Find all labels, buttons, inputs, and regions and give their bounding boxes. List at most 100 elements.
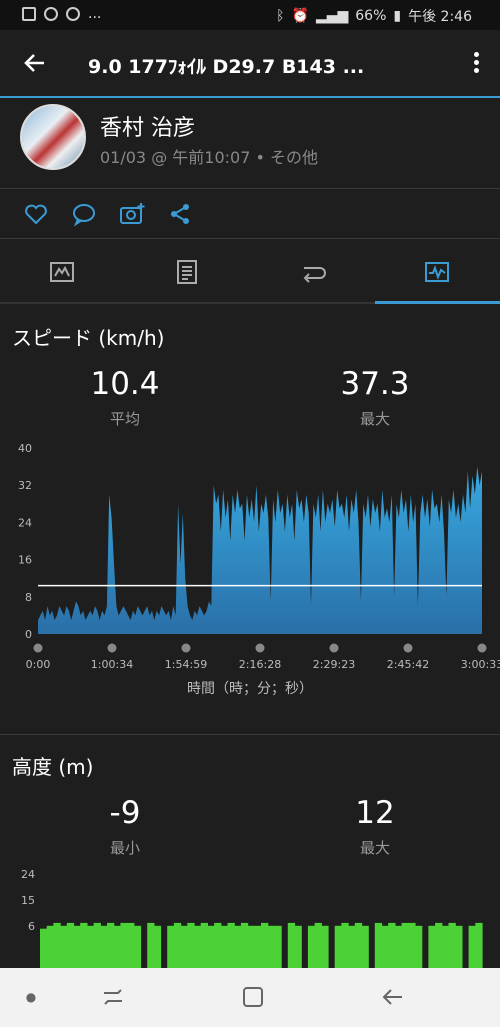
elevation-bar — [60, 925, 68, 968]
tab-overview[interactable] — [0, 240, 125, 304]
speed-max-label: 最大 — [359, 410, 390, 428]
elevation-bar — [415, 925, 423, 968]
elevation-max-label: 最大 — [359, 839, 390, 857]
x-tick-dot[interactable] — [403, 643, 413, 653]
elevation-bar — [120, 922, 128, 968]
x-tick-label: 2:45:42 — [387, 658, 429, 671]
avatar[interactable] — [20, 104, 86, 170]
x-tick-dot[interactable] — [107, 643, 117, 653]
tab-charts[interactable] — [375, 240, 500, 304]
x-tick-dot[interactable] — [477, 643, 487, 653]
elevation-bar — [314, 922, 322, 968]
elevation-bar — [247, 925, 255, 968]
y-tick-label: 0 — [25, 628, 32, 641]
signal-icon: ▂▄▆ — [315, 8, 349, 24]
nav-dot-icon[interactable]: ● — [18, 984, 44, 1010]
overview-map-icon — [50, 262, 74, 282]
comment-icon[interactable] — [70, 200, 98, 228]
elevation-bar — [361, 925, 369, 968]
elevation-bar — [348, 925, 356, 968]
speed-series-area — [38, 466, 482, 634]
elevation-chart[interactable]: 6 15 24 — [0, 865, 500, 968]
speed-average: 10.4 平均 — [45, 366, 205, 429]
elevation-bar — [113, 925, 121, 968]
x-tick-dot[interactable] — [181, 643, 191, 653]
battery-icon: ▮ — [393, 8, 402, 24]
user-name[interactable]: 香村 治彦 — [100, 110, 195, 142]
speed-chart[interactable]: 0 8 16 24 32 40 0:00 1:00:34 1:54:59 2:16:28 2:29:… — [0, 436, 500, 676]
y-tick-label: 8 — [25, 591, 32, 604]
x-tick-label: 0:00 — [26, 658, 51, 671]
like-heart-icon[interactable] — [22, 200, 50, 228]
elevation-bar — [307, 925, 316, 968]
tab-laps[interactable] — [250, 240, 375, 304]
x-tick-label: 2:16:28 — [239, 658, 281, 671]
elevation-bar — [100, 925, 108, 968]
elevation-bar — [73, 925, 81, 968]
elevation-min-value: -9 — [109, 795, 141, 831]
x-tick-dot[interactable] — [255, 643, 265, 653]
x-tick-dot[interactable] — [329, 643, 339, 653]
elevation-bar — [234, 925, 242, 968]
recent-apps-icon[interactable] — [100, 984, 126, 1010]
elevation-bar — [261, 922, 269, 968]
speed-section: スピード (km/h) 10.4 平均 37.3 最大 0 8 16 24 32 40 0:… — [0, 306, 500, 734]
alarm-icon: ⏰ — [291, 8, 309, 24]
elevation-bar — [227, 922, 235, 968]
elevation-title: 高度 (m) — [12, 755, 94, 779]
laps-loop-icon — [303, 267, 326, 283]
x-tick-dot[interactable] — [33, 643, 43, 653]
y-tick-label: 40 — [18, 442, 32, 455]
bluetooth-icon: ᛒ — [276, 8, 285, 24]
elevation-bar — [441, 925, 450, 968]
elevation-max-value: 12 — [355, 795, 395, 831]
elevation-bar — [86, 925, 95, 968]
tab-bar — [0, 240, 500, 304]
elevation-bar — [167, 925, 175, 968]
elevation-bar — [294, 925, 302, 968]
x-tick-label: 3:00:33 — [461, 658, 500, 671]
home-icon[interactable] — [240, 984, 266, 1010]
speed-average-value: 10.4 — [90, 366, 160, 402]
elevation-bar — [107, 922, 115, 968]
elevation-bar — [408, 922, 416, 968]
charts-graph-icon — [425, 262, 449, 282]
elevation-min-label: 最小 — [109, 839, 140, 857]
more-options-icon[interactable] — [470, 50, 482, 78]
elevation-bar — [287, 922, 296, 968]
elevation-bar — [435, 922, 443, 968]
share-icon[interactable] — [166, 200, 194, 228]
clock: 午後 2:46 — [408, 9, 472, 25]
tab-stats[interactable] — [125, 240, 250, 304]
battery-percent: 66% — [355, 8, 387, 24]
line-icon — [44, 7, 58, 21]
elevation-bar — [220, 925, 229, 968]
speed-max: 37.3 最大 — [295, 366, 455, 429]
y-tick-label: 15 — [21, 894, 35, 907]
y-tick-label: 24 — [21, 868, 35, 881]
activity-meta: 01/03 @ 午前10:07 • その他 — [100, 148, 319, 167]
y-tick-label: 6 — [28, 920, 35, 933]
speed-max-value: 37.3 — [340, 366, 410, 402]
elevation-bar — [133, 925, 142, 968]
elevation-bar — [187, 922, 195, 968]
elevation-bar — [254, 925, 262, 968]
elevation-bar — [153, 925, 162, 968]
elevation-bar — [80, 922, 88, 968]
speed-x-axis-label: 時間（時；分；秒） — [187, 681, 313, 697]
elevation-bar — [53, 922, 61, 968]
elevation-bar — [207, 925, 215, 968]
elevation-bar — [428, 925, 436, 968]
x-tick-label: 1:00:34 — [91, 658, 133, 671]
add-photo-icon[interactable] — [118, 200, 146, 228]
x-tick-label: 1:54:59 — [165, 658, 207, 671]
back-nav-icon[interactable] — [380, 984, 406, 1010]
elevation-bar — [341, 922, 349, 968]
profile-header: 香村 治彦 01/03 @ 午前10:07 • その他 — [0, 100, 500, 188]
stats-list-icon — [177, 260, 197, 284]
elevation-bar — [40, 928, 48, 968]
back-arrow-icon[interactable] — [22, 50, 48, 76]
speed-average-label: 平均 — [109, 410, 140, 428]
x-tick-label: 2:29:23 — [313, 658, 355, 671]
elevation-section: 高度 (m) -9 最小 12 最大 6 15 24 — [0, 735, 500, 968]
